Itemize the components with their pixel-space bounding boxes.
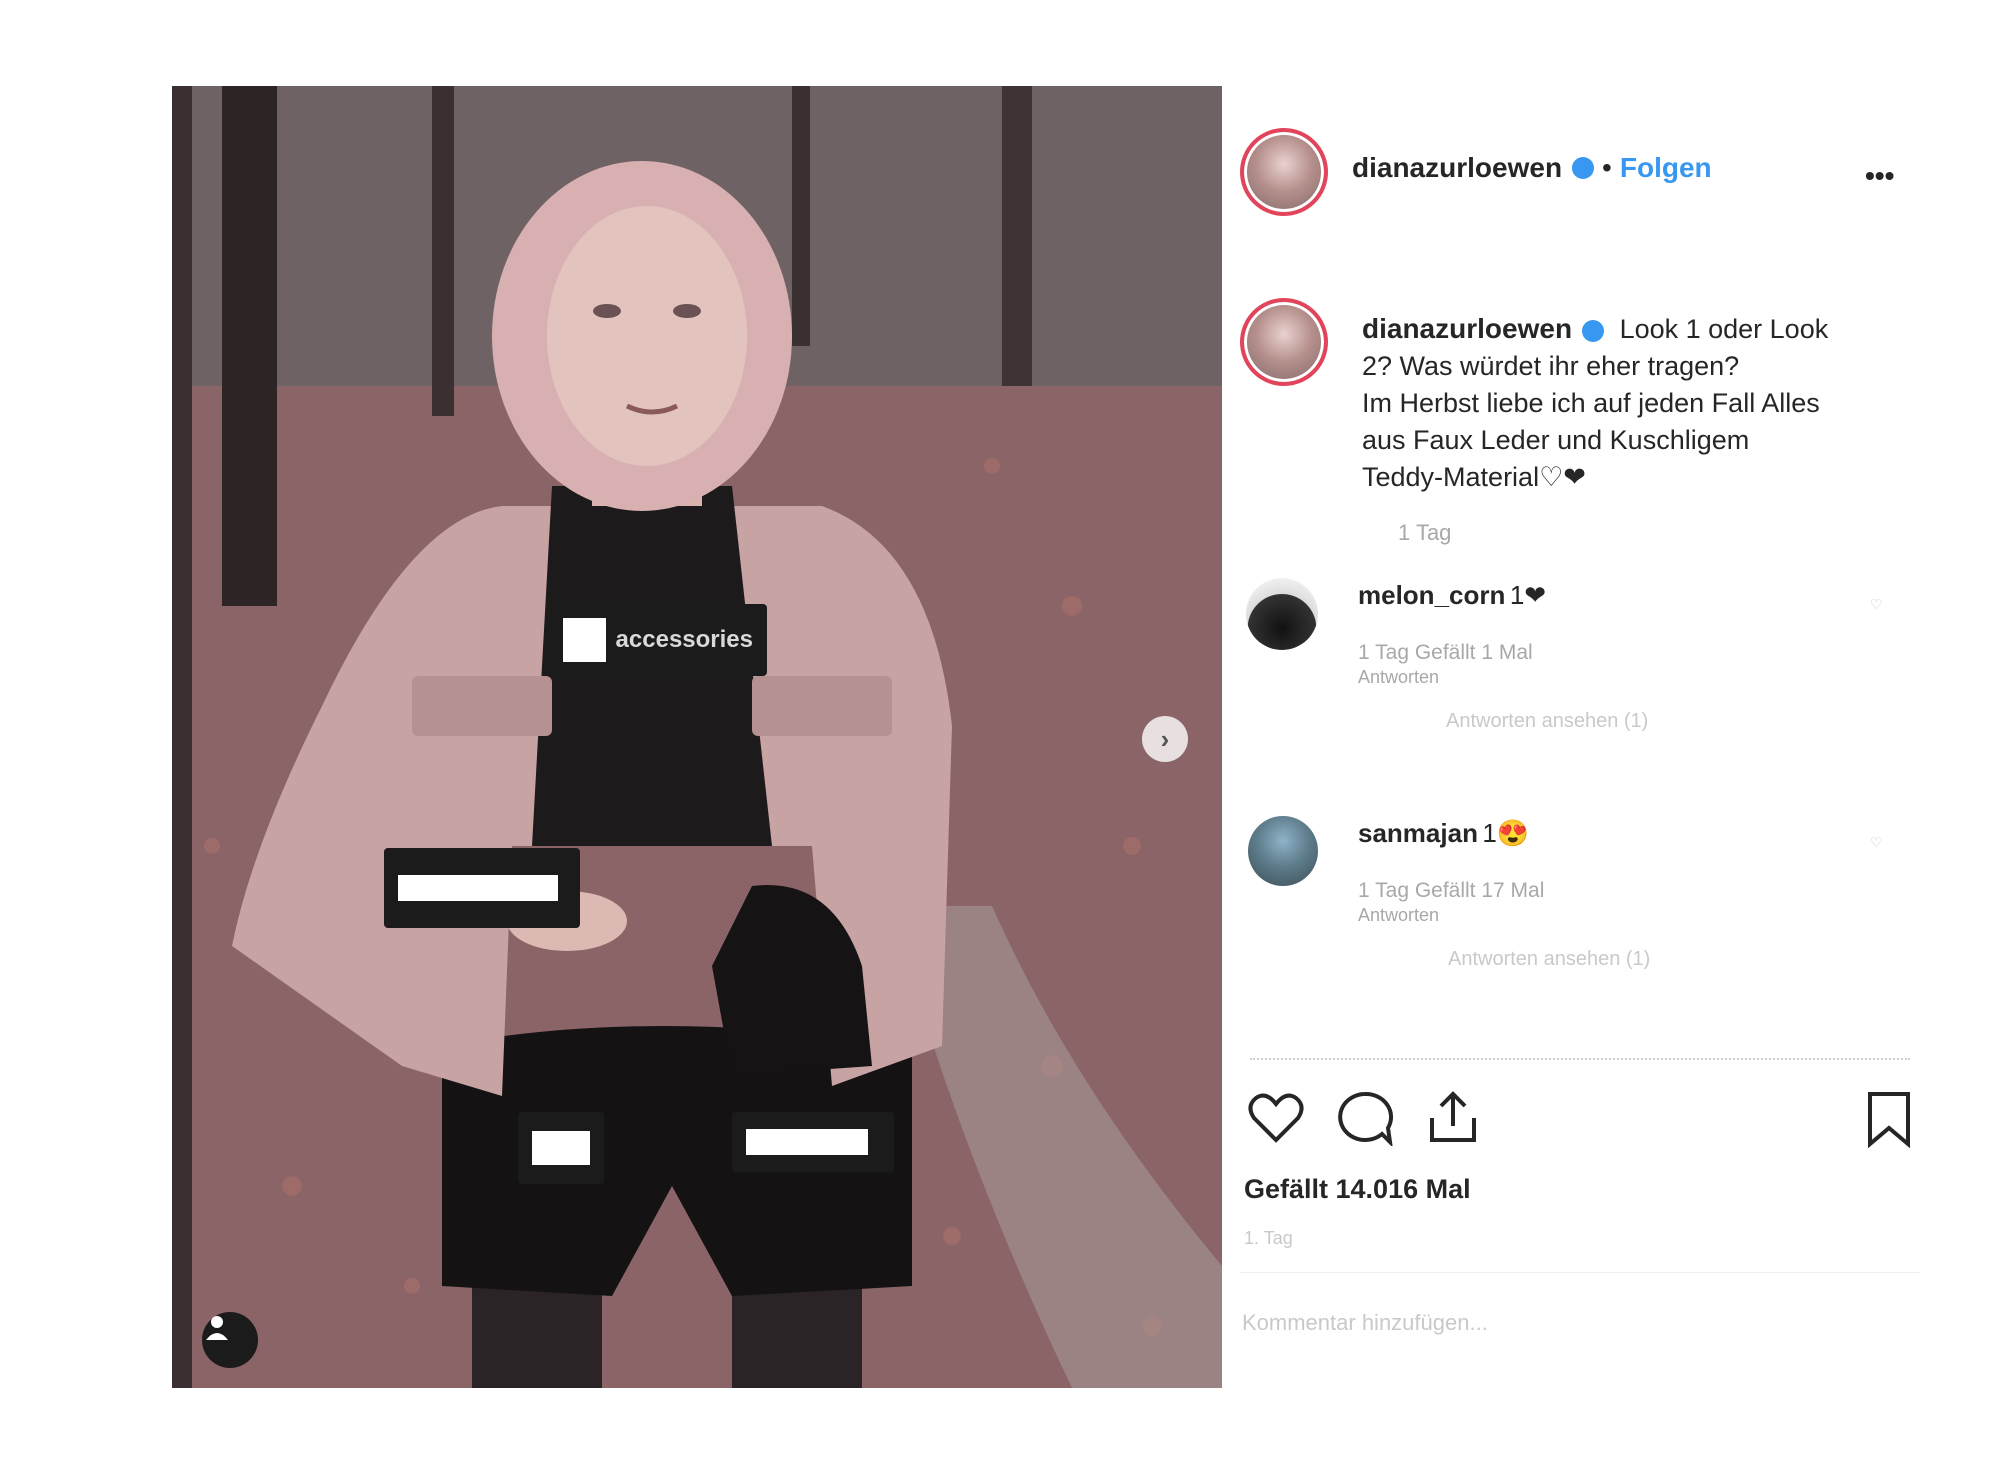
comment-bubble-icon bbox=[1338, 1091, 1394, 1148]
redacted-box bbox=[746, 1129, 868, 1155]
redacted-box bbox=[532, 1131, 590, 1165]
product-tag-redacted[interactable] bbox=[384, 848, 580, 928]
comment-avatar[interactable] bbox=[1248, 816, 1318, 886]
caption-line: Look 1 oder Look bbox=[1619, 314, 1829, 344]
redacted-box bbox=[563, 618, 606, 662]
caption-avatar[interactable] bbox=[1240, 298, 1328, 386]
comment-meta: 1 Tag Gefällt 17 Mal bbox=[1358, 879, 1545, 902]
chevron-right-icon: › bbox=[1160, 723, 1170, 754]
bookmark-icon bbox=[1868, 1092, 1910, 1149]
comment-button[interactable] bbox=[1336, 1090, 1394, 1151]
comment-reply-button[interactable]: Antworten bbox=[1358, 667, 1878, 688]
product-tag-accessories[interactable]: accessories bbox=[549, 604, 767, 676]
caption-line: Im Herbst liebe ich auf jeden Fall Alles bbox=[1362, 388, 1820, 418]
view-replies-button[interactable]: Antworten ansehen (1) bbox=[1446, 710, 1878, 733]
comment-like-button[interactable]: ♡ bbox=[1870, 834, 1883, 851]
like-button[interactable] bbox=[1248, 1092, 1304, 1149]
share-icon bbox=[1430, 1091, 1476, 1142]
caption-emoji: ♡❤ bbox=[1539, 462, 1586, 492]
author-avatar[interactable] bbox=[1240, 128, 1328, 216]
comment-text: 1😍 bbox=[1482, 818, 1530, 848]
save-button[interactable] bbox=[1866, 1090, 1912, 1153]
post-caption: dianazurloewen Look 1 oder Look 2? Was w… bbox=[1362, 310, 1882, 496]
follow-button[interactable]: Folgen bbox=[1620, 152, 1712, 184]
post-date: 1. Tag bbox=[1244, 1228, 1293, 1248]
comment-meta: 1 Tag Gefällt 1 Mal bbox=[1358, 641, 1533, 664]
actions-divider bbox=[1250, 1058, 1910, 1060]
photo-scene bbox=[172, 86, 1222, 1388]
header-separator: • bbox=[1602, 152, 1612, 183]
person-icon bbox=[206, 1316, 228, 1340]
comment-item: sanmajan 1😍 1 Tag Gefällt 17 Mal Antwort… bbox=[1358, 818, 1878, 971]
author-username[interactable]: dianazurloewen bbox=[1352, 152, 1562, 184]
caption-line: aus Faux Leder und Kuschligem bbox=[1362, 425, 1750, 455]
more-options-button[interactable]: ••• bbox=[1865, 160, 1894, 192]
post-sidebar: dianazurloewen • Folgen ••• dianazurloew… bbox=[1240, 100, 1940, 1390]
product-tag-redacted[interactable] bbox=[732, 1112, 894, 1172]
comment-item: melon_corn 1❤ 1 Tag Gefällt 1 Mal Antwor… bbox=[1358, 580, 1878, 733]
comment-avatar[interactable] bbox=[1246, 578, 1318, 650]
heart-icon: ♡ bbox=[1870, 834, 1883, 850]
caption-line: 2? Was würdet ihr eher tragen? bbox=[1362, 351, 1740, 381]
share-button[interactable] bbox=[1426, 1088, 1480, 1151]
add-comment-divider bbox=[1240, 1272, 1920, 1273]
caption-line: Teddy-Material bbox=[1362, 462, 1540, 492]
product-tag-redacted[interactable] bbox=[518, 1112, 604, 1184]
view-replies-button[interactable]: Antworten ansehen (1) bbox=[1448, 948, 1878, 971]
likes-count[interactable]: Gefällt 14.016 Mal bbox=[1244, 1174, 1471, 1205]
product-tag-label: accessories bbox=[615, 626, 753, 653]
add-comment-input[interactable]: Kommentar hinzufügen... bbox=[1242, 1310, 1488, 1336]
verified-badge-icon bbox=[1572, 157, 1595, 179]
post-header: dianazurloewen • Folgen bbox=[1352, 152, 1712, 184]
post-photo[interactable]: accessories › bbox=[172, 86, 1222, 1388]
redacted-box bbox=[398, 875, 558, 901]
comment-username[interactable]: melon_corn bbox=[1358, 580, 1505, 610]
caption-timestamp[interactable]: 1 Tag bbox=[1398, 520, 1451, 546]
more-horizontal-icon: ••• bbox=[1865, 160, 1895, 191]
heart-icon bbox=[1248, 1093, 1304, 1143]
carousel-next-button[interactable]: › bbox=[1142, 716, 1188, 762]
caption-username[interactable]: dianazurloewen bbox=[1362, 313, 1572, 344]
comment-text: 1❤ bbox=[1509, 580, 1547, 610]
comment-username[interactable]: sanmajan bbox=[1358, 818, 1478, 848]
verified-badge-icon bbox=[1582, 319, 1605, 342]
user-tags-button[interactable] bbox=[202, 1312, 258, 1368]
comment-reply-button[interactable]: Antworten bbox=[1358, 905, 1878, 926]
heart-icon: ♡ bbox=[1870, 596, 1883, 612]
comment-like-button[interactable]: ♡ bbox=[1870, 596, 1883, 613]
